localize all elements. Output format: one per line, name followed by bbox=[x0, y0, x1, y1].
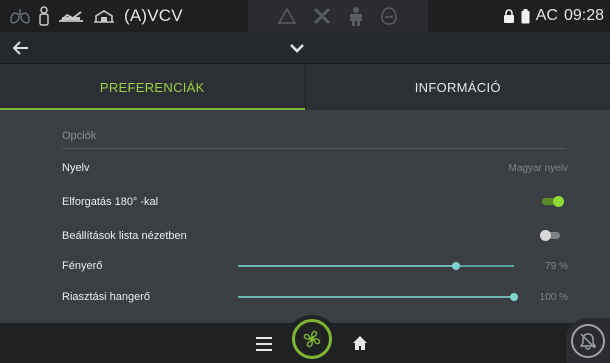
fan-button[interactable] bbox=[286, 315, 338, 363]
brightness-slider-thumb[interactable] bbox=[452, 262, 461, 270]
alarm-volume-value: 100 % bbox=[539, 291, 568, 303]
back-arrow-icon[interactable] bbox=[10, 37, 32, 59]
menu-icon[interactable] bbox=[256, 337, 272, 351]
alarm-silence-button[interactable] bbox=[566, 318, 610, 363]
rotate-toggle[interactable] bbox=[542, 196, 564, 207]
status-right-group: AC 09:28 bbox=[503, 0, 604, 32]
alarm-volume-slider-thumb[interactable] bbox=[510, 293, 518, 301]
section-divider bbox=[62, 148, 566, 149]
status-bar: (A)VCV AC 09:28 bbox=[0, 0, 610, 32]
list-view-toggle[interactable] bbox=[540, 230, 562, 241]
brightness-slider[interactable] bbox=[238, 262, 514, 270]
lock-icon bbox=[503, 8, 515, 24]
brightness-label: Fényerő bbox=[62, 260, 103, 272]
fan-icon bbox=[292, 319, 332, 359]
language-value[interactable]: Magyar nyelv bbox=[509, 163, 568, 174]
tab-information[interactable]: INFORMÁCIÓ bbox=[304, 64, 610, 110]
status-center-group bbox=[248, 0, 428, 32]
setting-row-language[interactable]: Nyelv Magyar nyelv bbox=[62, 158, 568, 178]
battery-icon bbox=[521, 8, 530, 24]
alarm-volume-slider[interactable] bbox=[238, 293, 518, 301]
chevron-down-icon[interactable] bbox=[286, 38, 308, 58]
setting-row-brightness: Fényerő 79 % bbox=[62, 256, 568, 276]
language-label: Nyelv bbox=[62, 162, 90, 174]
adult-patient-icon bbox=[58, 9, 84, 23]
setting-row-alarm-volume: Riasztási hangerő 100 % bbox=[62, 287, 568, 307]
patient-icon bbox=[38, 6, 50, 26]
preferences-panel: Opciók Nyelv Magyar nyelv Elforgatás 180… bbox=[0, 110, 610, 323]
settings-tabs: PREFERENCIÁK INFORMÁCIÓ bbox=[0, 64, 610, 110]
clock: 09:28 bbox=[563, 7, 604, 24]
lungs-icon bbox=[10, 7, 30, 25]
setting-row-list-view: Beállítások lista nézetben bbox=[62, 226, 568, 246]
ventilation-mode: (A)VCV bbox=[124, 6, 183, 25]
tab-preferences[interactable]: PREFERENCIÁK bbox=[0, 64, 305, 110]
alarm-silence-icon bbox=[571, 323, 605, 358]
warning-triangle-icon bbox=[278, 8, 296, 24]
home-icon[interactable] bbox=[352, 335, 368, 351]
power-source-label: AC bbox=[535, 7, 558, 24]
navigation-bar bbox=[0, 32, 610, 64]
status-left-group: (A)VCV bbox=[0, 0, 183, 32]
setting-row-rotate: Elforgatás 180° -kal bbox=[62, 192, 568, 212]
alarm-volume-label: Riasztási hangerő bbox=[62, 291, 151, 303]
person-icon bbox=[348, 6, 364, 26]
mask-icon bbox=[380, 6, 398, 26]
section-title: Opciók bbox=[62, 130, 97, 142]
rotate-label: Elforgatás 180° -kal bbox=[62, 196, 159, 208]
brightness-value: 79 % bbox=[545, 260, 568, 272]
tools-icon bbox=[312, 6, 332, 26]
pediatric-patient-icon bbox=[92, 8, 116, 24]
list-view-label: Beállítások lista nézetben bbox=[62, 230, 187, 242]
